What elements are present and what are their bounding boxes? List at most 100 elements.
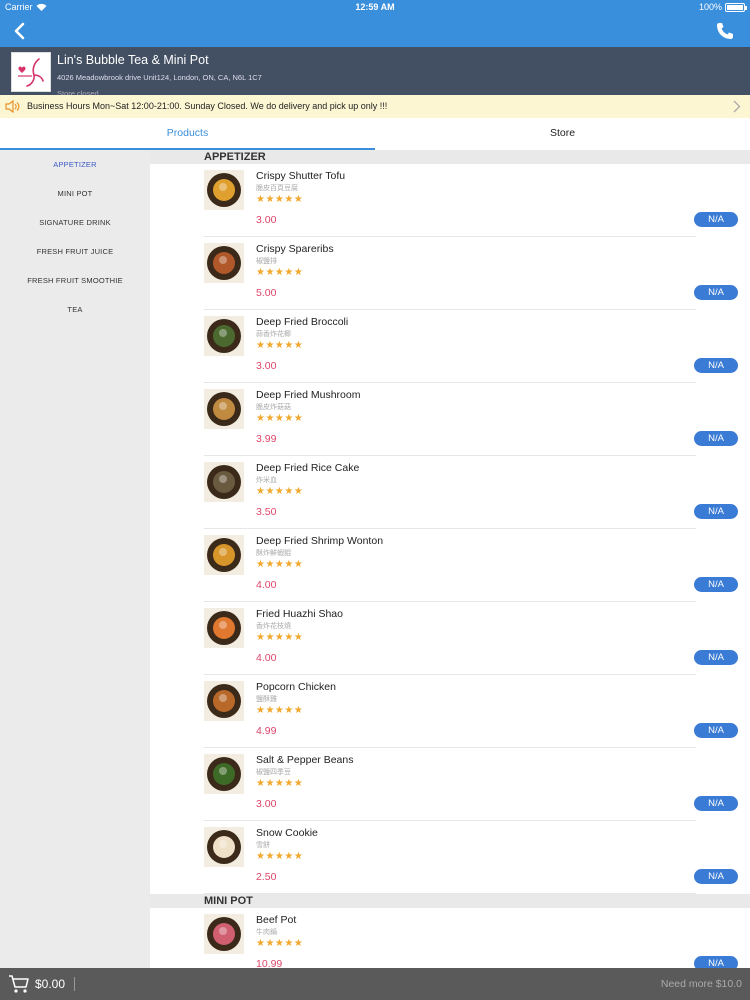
category-fresh-fruit-smoothie[interactable]: FRESH FRUIT SMOOTHIE <box>0 266 150 295</box>
tab-products[interactable]: Products <box>0 118 375 150</box>
speaker-icon <box>5 100 20 113</box>
tab-store[interactable]: Store <box>375 118 750 150</box>
product-row[interactable]: Fried Huazhi Shao 香炸花枝燒 ★★★★★ 4.00 N/A <box>204 602 738 675</box>
product-row[interactable]: Deep Fried Broccoli 蒜香炸花椰 ★★★★★ 3.00 N/A <box>204 310 738 383</box>
status-bar: Carrier 12:59 AM 100% <box>0 0 750 15</box>
chevron-right-icon <box>733 100 741 113</box>
product-image <box>204 827 244 867</box>
cart-icon[interactable] <box>8 974 30 994</box>
section-header: APPETIZER <box>150 150 750 164</box>
product-row[interactable]: Deep Fried Shrimp Wonton 酥炸鮮蝦餛 ★★★★★ 4.0… <box>204 529 738 602</box>
unavailable-button[interactable]: N/A <box>694 723 738 738</box>
phone-icon[interactable] <box>714 20 736 42</box>
unavailable-button[interactable]: N/A <box>694 504 738 519</box>
product-rating: ★★★★★ <box>256 194 304 205</box>
food-plate-icon <box>207 757 241 791</box>
product-image <box>204 754 244 794</box>
product-price: 5.00 <box>256 287 277 299</box>
product-rating: ★★★★★ <box>256 778 304 789</box>
product-chinese-name: 脆皮炸菇菇 <box>256 404 291 411</box>
store-logo <box>11 52 51 92</box>
status-time: 12:59 AM <box>355 2 395 12</box>
category-mini-pot[interactable]: MINI POT <box>0 179 150 208</box>
category-fresh-fruit-juice[interactable]: FRESH FRUIT JUICE <box>0 237 150 266</box>
product-image <box>204 681 244 721</box>
product-name: Fried Huazhi Shao <box>256 608 343 620</box>
product-row[interactable]: Crispy Spareribs 椒鹽排 ★★★★★ 5.00 N/A <box>204 237 738 310</box>
category-signature-drink[interactable]: SIGNATURE DRINK <box>0 208 150 237</box>
footer-divider <box>74 977 75 991</box>
product-price: 4.99 <box>256 725 277 737</box>
food-plate-icon <box>207 319 241 353</box>
food-plate-icon <box>207 830 241 864</box>
product-name: Deep Fried Mushroom <box>256 389 361 401</box>
unavailable-button[interactable]: N/A <box>694 796 738 811</box>
product-rating: ★★★★★ <box>256 486 304 497</box>
product-row[interactable]: Deep Fried Mushroom 脆皮炸菇菇 ★★★★★ 3.99 N/A <box>204 383 738 456</box>
product-chinese-name: 雪餅 <box>256 842 270 849</box>
product-row[interactable]: Crispy Shutter Tofu 脆皮百頁豆腐 ★★★★★ 3.00 N/… <box>204 164 738 237</box>
heart-logo-icon <box>18 58 44 87</box>
product-name: Crispy Spareribs <box>256 243 334 255</box>
product-chinese-name: 酥炸鮮蝦餛 <box>256 550 291 557</box>
product-image <box>204 170 244 210</box>
cart-footer: $0.00 Need more $10.0 <box>0 968 750 1000</box>
unavailable-button[interactable]: N/A <box>694 212 738 227</box>
business-hours-notice[interactable]: Business Hours Mon~Sat 12:00-21:00. Sund… <box>0 95 750 118</box>
unavailable-button[interactable]: N/A <box>694 869 738 884</box>
product-name: Deep Fried Broccoli <box>256 316 349 328</box>
product-chinese-name: 椒鹽四季豆 <box>256 769 291 776</box>
product-price: 3.00 <box>256 214 277 226</box>
product-name: Salt & Pepper Beans <box>256 754 354 766</box>
product-name: Deep Fried Shrimp Wonton <box>256 535 384 547</box>
battery-label: 100% <box>698 2 722 12</box>
product-chinese-name: 椒鹽排 <box>256 258 277 265</box>
product-price: 3.99 <box>256 433 277 445</box>
food-plate-icon <box>207 538 241 572</box>
category-appetizer[interactable]: APPETIZER <box>0 150 150 179</box>
product-rating: ★★★★★ <box>256 559 304 570</box>
product-rating: ★★★★★ <box>256 705 304 716</box>
store-header: Lin's Bubble Tea & Mini Pot 4026 Meadowb… <box>0 47 750 95</box>
food-plate-icon <box>207 684 241 718</box>
status-right: 100% <box>698 2 747 12</box>
food-plate-icon <box>207 392 241 426</box>
product-rating: ★★★★★ <box>256 413 304 424</box>
product-name: Beef Pot <box>256 914 297 926</box>
product-row[interactable]: Deep Fried Rice Cake 炸米血 ★★★★★ 3.50 N/A <box>204 456 738 529</box>
store-address: 4026 Meadowbrook drive Unit124, London, … <box>57 73 262 82</box>
minimum-order-notice: Need more $10.0 <box>660 978 742 990</box>
unavailable-button[interactable]: N/A <box>694 431 738 446</box>
product-row[interactable]: Popcorn Chicken 鹽酥雞 ★★★★★ 4.99 N/A <box>204 675 738 748</box>
unavailable-button[interactable]: N/A <box>694 358 738 373</box>
unavailable-button[interactable]: N/A <box>694 577 738 592</box>
tab-bar: Products Store <box>0 118 750 150</box>
product-price: 3.00 <box>256 798 277 810</box>
unavailable-button[interactable]: N/A <box>694 956 738 968</box>
product-price: 4.00 <box>256 579 277 591</box>
product-name: Snow Cookie <box>256 827 318 839</box>
product-row[interactable]: Salt & Pepper Beans 椒鹽四季豆 ★★★★★ 3.00 N/A <box>204 748 738 821</box>
product-row[interactable]: Snow Cookie 雪餅 ★★★★★ 2.50 N/A <box>204 821 738 894</box>
product-row[interactable]: Beef Pot 牛肉鍋 ★★★★★ 10.99 N/A <box>204 908 738 968</box>
category-sidebar: APPETIZER MINI POT SIGNATURE DRINK FRESH… <box>0 150 150 968</box>
product-price: 2.50 <box>256 871 277 883</box>
category-tea[interactable]: TEA <box>0 295 150 324</box>
product-image <box>204 535 244 575</box>
product-list[interactable]: APPETIZER Crispy Shutter Tofu 脆皮百頁豆腐 ★★★… <box>150 150 750 968</box>
product-image <box>204 462 244 502</box>
product-chinese-name: 蒜香炸花椰 <box>256 331 291 338</box>
unavailable-button[interactable]: N/A <box>694 285 738 300</box>
product-name: Popcorn Chicken <box>256 681 336 693</box>
battery-fill <box>727 4 743 10</box>
nav-bar <box>0 15 750 47</box>
unavailable-button[interactable]: N/A <box>694 650 738 665</box>
notice-text: Business Hours Mon~Sat 12:00-21:00. Sund… <box>27 101 388 111</box>
product-image <box>204 389 244 429</box>
back-chevron-icon[interactable] <box>10 21 30 41</box>
food-plate-icon <box>207 611 241 645</box>
battery-icon <box>725 2 747 12</box>
product-price: 10.99 <box>256 958 283 968</box>
section-header: MINI POT <box>150 894 750 908</box>
product-image <box>204 608 244 648</box>
